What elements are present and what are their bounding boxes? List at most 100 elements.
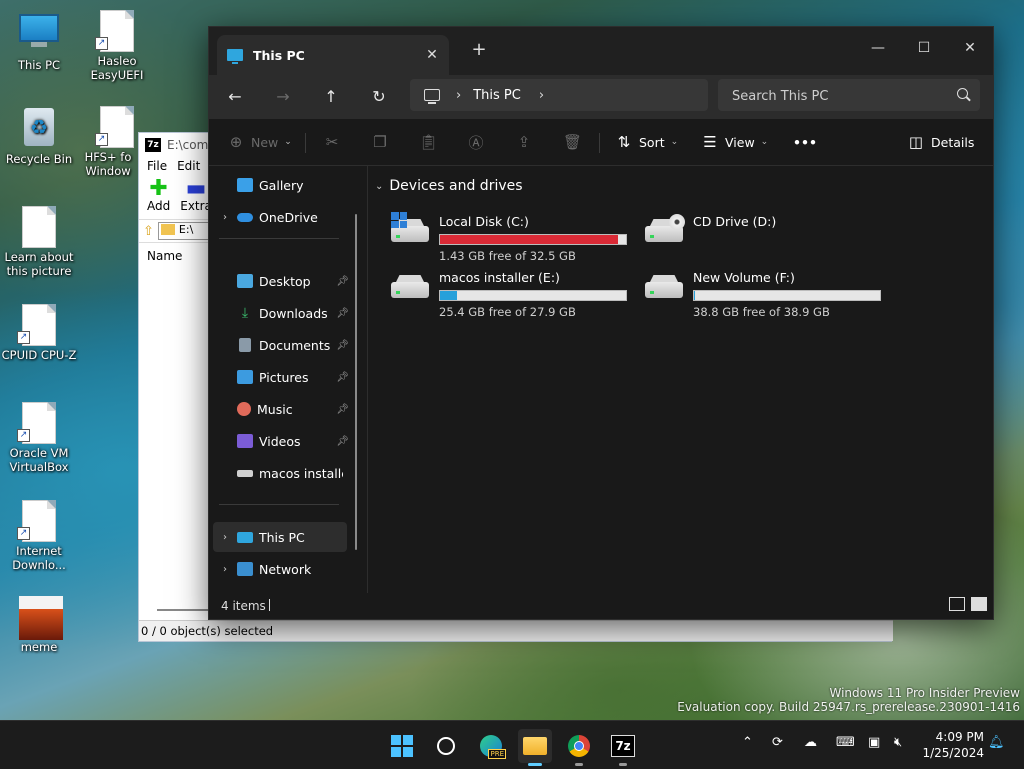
chevron-right-icon[interactable]: › [217,564,233,575]
sidebar-item-desktop[interactable]: Desktop 📌︎ [209,266,357,296]
7zip-scrollbar[interactable] [157,609,209,611]
desktop-icon-this-pc[interactable]: This PC [0,12,78,72]
file-explorer-taskbar-button[interactable] [518,729,552,766]
cut-button[interactable]: ✂ [323,127,341,157]
share-button[interactable]: ⇪ [515,127,533,157]
sort-button[interactable]: ⇅ Sort ⌄ [615,127,678,157]
keyboard-icon[interactable]: ⌨ [836,735,855,750]
drive-item-f[interactable]: New Volume (F:) 38.8 GB free of 38.9 GB [643,262,893,319]
notification-bell-icon[interactable]: 🔔︎ [988,735,1005,750]
close-tab-icon[interactable]: ✕ [421,47,443,63]
up-button[interactable]: ↑ [315,81,347,113]
desktop-icon-label: HFS+ fo Window [84,150,132,178]
sidebar-item-music[interactable]: Music 📌︎ [209,394,357,424]
section-header-devices[interactable]: ⌄ Devices and drives [375,178,523,194]
file-explorer-window[interactable]: This PC ✕ + — ☐ ✕ ← → ↑ ↻ › This PC › ⊕ … [208,26,994,620]
sidebar-item-videos[interactable]: Videos 📌︎ [209,426,357,456]
chevron-right-icon[interactable]: › [456,88,461,103]
7zip-taskbar-button[interactable]: 7z [606,729,640,766]
desktop-icon-virtualbox[interactable]: ↗ Oracle VM VirtualBox [0,402,78,474]
desktop-icon-learn-picture[interactable]: Learn about this picture [0,206,78,278]
sidebar-item-network[interactable]: › Network [209,554,357,584]
desktop-icon-label: Oracle VM VirtualBox [9,446,69,474]
back-button[interactable]: ← [219,81,251,113]
more-options-button[interactable]: ••• [793,127,817,157]
sidebar-item-documents[interactable]: Documents 📌︎ [209,330,357,360]
folder-up-icon[interactable]: ⇧ [143,224,154,239]
edge-preview-button[interactable]: PRE [474,729,508,763]
new-tab-button[interactable]: + [467,39,491,60]
sync-icon[interactable]: ⟳ [772,735,783,750]
delete-button[interactable]: 🗑︎ [563,127,583,157]
details-view-icon[interactable] [949,597,965,611]
sidebar-item-label: This PC [259,529,305,545]
chevron-right-icon[interactable]: › [217,532,233,543]
pin-icon[interactable]: 📌︎ [336,436,349,447]
chevron-right-icon[interactable]: › [217,212,233,223]
trash-icon: 🗑︎ [563,133,583,151]
pin-icon[interactable]: 📌︎ [336,308,349,319]
pin-icon[interactable]: 📌︎ [336,372,349,383]
tab-this-pc[interactable]: This PC ✕ [217,35,449,75]
sidebar-item-label: Documents [259,337,331,353]
chrome-taskbar-button[interactable] [562,729,596,766]
search-input[interactable] [730,85,944,107]
rename-button[interactable]: Ⓐ [467,127,485,157]
watermark-line: Windows 11 Pro Insider Preview [829,686,1020,700]
maximize-button[interactable]: ☐ [901,33,947,63]
copy-button[interactable]: ❐ [371,127,389,157]
desktop-icon-recycle-bin[interactable]: ♻ Recycle Bin [0,108,78,166]
network-icon[interactable]: ▣ [868,735,880,750]
hard-drive-icon [389,272,431,302]
clock[interactable]: 4:09 PM 1/25/2024 [922,729,984,761]
search-icon[interactable] [957,88,968,99]
drive-item-c[interactable]: Local Disk (C:) 1.43 GB free of 32.5 GB [389,206,639,263]
sidebar-item-pictures[interactable]: Pictures 📌︎ [209,362,357,392]
pane-divider[interactable] [367,166,368,593]
address-bar[interactable]: › This PC › [410,79,708,111]
start-button[interactable] [385,729,419,763]
cloud-offline-icon[interactable]: ☁ [804,735,817,750]
desktop-icon-idm[interactable]: ↗ Internet Downlo... [0,500,78,572]
search-box[interactable] [718,79,980,111]
explorer-titlebar[interactable]: This PC ✕ + — ☐ ✕ [209,27,993,75]
drive-name: macos installer (E:) [439,270,560,285]
7zip-add-button[interactable]: ✚ Add [147,178,170,219]
breadcrumb-this-pc[interactable]: This PC [473,88,521,103]
forward-button[interactable]: → [267,81,299,113]
drive-item-e[interactable]: macos installer (E:) 25.4 GB free of 27.… [389,262,639,319]
minimize-button[interactable]: — [855,33,901,63]
search-taskbar-button[interactable] [429,729,463,763]
close-window-button[interactable]: ✕ [947,33,993,63]
pin-icon[interactable]: 📌︎ [336,276,349,287]
details-button[interactable]: ◫ Details [907,127,974,157]
sidebar-item-downloads[interactable]: ⤓ Downloads 📌︎ [209,298,357,328]
7zip-menu-file[interactable]: File [147,159,167,173]
sidebar-item-macos-installer[interactable]: macos installer ( [209,458,357,488]
sidebar-item-label: Network [259,561,312,577]
view-button[interactable]: ☰ View ⌄ [701,127,768,157]
sidebar-item-label: OneDrive [259,209,318,225]
desktop-icon-easyuefi[interactable]: ↗ Hasleo EasyUEFI [78,10,156,82]
new-button[interactable]: ⊕ New ⌄ [227,127,292,157]
sidebar-item-this-pc[interactable]: › This PC [213,522,347,552]
navigation-pane: Gallery › OneDrive Desktop 📌︎ ⤓ Download… [209,166,357,593]
7zip-menu-edit[interactable]: Edit [177,159,200,173]
sidebar-item-gallery[interactable]: Gallery [209,170,357,200]
desktop-icon-cpuz[interactable]: ↗ CPUID CPU-Z [0,304,78,362]
sidebar-scrollbar[interactable] [355,214,357,550]
chevron-right-icon[interactable]: › [539,88,544,103]
drive-item-d[interactable]: CD Drive (D:) [643,206,893,256]
pin-icon[interactable]: 📌︎ [336,404,349,415]
chevron-up-icon[interactable]: ⌃ [742,735,753,750]
folder-icon [523,737,547,755]
paste-button[interactable]: 📋︎ [419,127,438,157]
desktop-icon-meme[interactable]: meme [0,596,78,654]
sidebar-item-onedrive[interactable]: › OneDrive [209,202,357,232]
speaker-muted-icon[interactable]: 🔇︎ [894,735,902,750]
file-icon: ↗ [17,304,59,346]
7zip-path-text: E:\ [178,223,194,236]
pin-icon[interactable]: 📌︎ [336,340,349,351]
refresh-button[interactable]: ↻ [363,81,395,113]
tiles-view-icon[interactable] [971,597,987,611]
